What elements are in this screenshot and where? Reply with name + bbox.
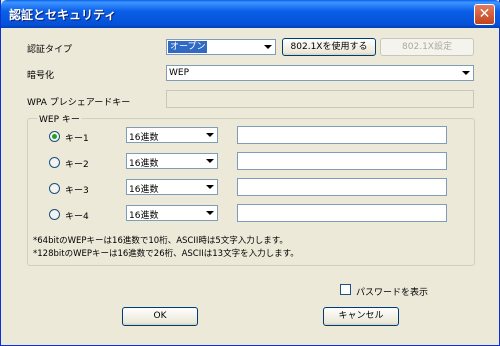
- key4-radio[interactable]: [49, 209, 60, 220]
- wpa-psk-label: WPA プレシェアードキー: [27, 98, 131, 108]
- chevron-down-icon: [203, 155, 216, 167]
- key4-format-value: 16進数: [129, 211, 159, 221]
- wep-key-group-title: WEP キー: [37, 112, 82, 125]
- encryption-select[interactable]: WEP: [166, 65, 474, 81]
- key1-format-select[interactable]: 16進数: [126, 127, 218, 143]
- key3-input[interactable]: [237, 178, 447, 196]
- key3-label: キー3: [65, 186, 89, 196]
- key1-input[interactable]: [237, 126, 447, 144]
- title-bar: 認証とセキュリティ ✕: [1, 0, 500, 28]
- encryption-label: 暗号化: [27, 71, 55, 81]
- auth-type-select[interactable]: オープン: [166, 39, 276, 55]
- close-icon: ✕: [478, 6, 491, 22]
- chevron-down-icon: [459, 67, 472, 79]
- key4-input[interactable]: [237, 204, 447, 222]
- key2-label: キー2: [65, 160, 89, 170]
- key1-radio[interactable]: [49, 131, 60, 142]
- key2-radio[interactable]: [49, 157, 60, 168]
- wpa-psk-field[interactable]: [166, 90, 474, 108]
- chevron-down-icon: [203, 207, 216, 219]
- chevron-down-icon: [203, 129, 216, 141]
- auth-type-label: 認証タイプ: [27, 45, 73, 55]
- key4-format-select[interactable]: 16進数: [126, 205, 218, 221]
- key4-label: キー4: [65, 212, 89, 222]
- show-password-checkbox[interactable]: [340, 284, 351, 295]
- key2-input[interactable]: [237, 152, 447, 170]
- close-button[interactable]: ✕: [474, 4, 495, 25]
- key2-format-value: 16進数: [129, 159, 159, 169]
- auth-type-value: オープン: [168, 41, 208, 53]
- key3-format-value: 16進数: [129, 185, 159, 195]
- wep-note-64bit: *64bitのWEPキーは16進数で10桁、ASCII時は5文字入力します。: [33, 236, 288, 246]
- chevron-down-icon: [261, 41, 274, 53]
- auth-security-dialog: 認証とセキュリティ ✕ 認証タイプ オープン 802.1Xを使用する 802.1…: [0, 0, 500, 346]
- 8021x-settings-button[interactable]: 802.1X設定: [380, 38, 474, 56]
- use-8021x-button[interactable]: 802.1Xを使用する: [282, 38, 376, 56]
- key2-format-select[interactable]: 16進数: [126, 153, 218, 169]
- window-title: 認証とセキュリティ: [9, 8, 117, 22]
- encryption-value: WEP: [169, 68, 190, 78]
- cancel-button[interactable]: キャンセル: [323, 307, 399, 326]
- key1-format-value: 16進数: [129, 133, 159, 143]
- key1-label: キー1: [65, 134, 89, 144]
- chevron-down-icon: [203, 181, 216, 193]
- wep-note-128bit: *128bitのWEPキーは16進数で26桁、ASCIIは13文字を入力します。: [33, 249, 299, 259]
- show-password-label: パスワードを表示: [356, 288, 429, 298]
- ok-button[interactable]: OK: [122, 307, 198, 326]
- key3-radio[interactable]: [49, 183, 60, 194]
- key3-format-select[interactable]: 16進数: [126, 179, 218, 195]
